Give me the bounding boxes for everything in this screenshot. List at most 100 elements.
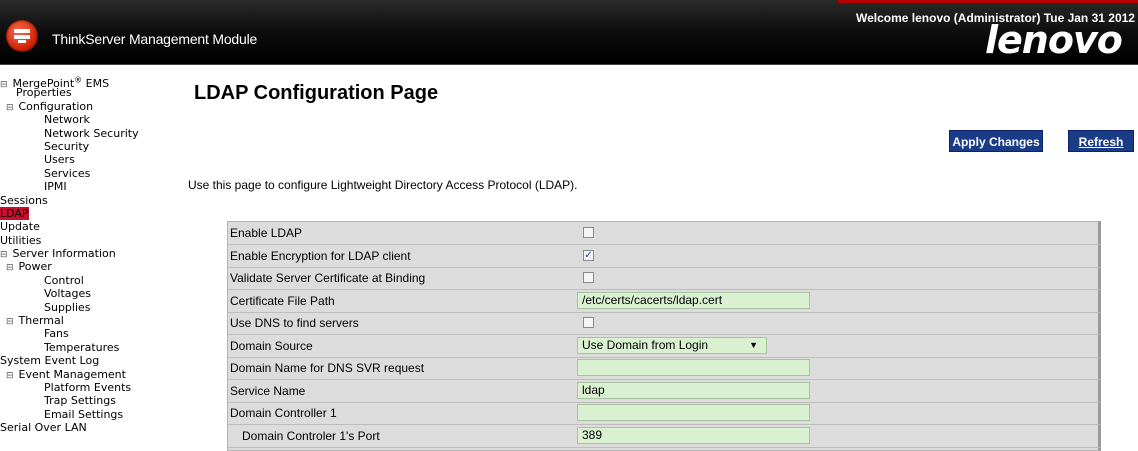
validate-cert-checkbox[interactable] (583, 272, 594, 283)
tree-collapse-icon[interactable]: ⊟ (6, 262, 15, 275)
sidebar-item-label: Email Settings (44, 407, 124, 421)
cert-file-path-label: Certificate File Path (230, 293, 335, 308)
sidebar-item-sessions[interactable]: Sessions (0, 194, 170, 207)
sidebar-item-label: Fans (44, 327, 69, 341)
tree-collapse-icon[interactable]: ⊟ (6, 316, 15, 329)
use-dns-checkbox[interactable] (583, 317, 594, 328)
use-dns-label: Use DNS to find servers (230, 316, 359, 330)
sidebar-item-thermal[interactable]: ⊟ Thermal (0, 314, 170, 327)
cert-file-path-input[interactable]: /etc/certs/cacerts/ldap.cert (577, 291, 810, 309)
sidebar-item-label: Network (44, 113, 90, 127)
sidebar-item-platform-events[interactable]: Platform Events (0, 381, 170, 394)
form-row-service-name: Service Name ldap (228, 380, 1100, 403)
domain-controller-1-port-label: Domain Controler 1's Port (242, 428, 380, 443)
dns-domain-name-label: Domain Name for DNS SVR request (230, 361, 425, 375)
sidebar-item-email-settings[interactable]: Email Settings (0, 408, 170, 421)
form-row-enable-encryption: Enable Encryption for LDAP client ✓ (228, 245, 1100, 268)
page-title: LDAP Configuration Page (194, 82, 439, 104)
sidebar-item-label: Power (18, 260, 52, 274)
form-row-validate-cert: Validate Server Certificate at Binding (228, 267, 1100, 290)
dropdown-arrow-icon[interactable]: ▼ (749, 338, 758, 353)
sidebar-item-utilities[interactable]: Utilities (0, 234, 170, 247)
page-description: Use this page to configure Lightweight D… (188, 178, 578, 192)
enable-encryption-checkbox[interactable]: ✓ (583, 249, 594, 261)
sidebar-item-label: Security (44, 139, 90, 153)
sidebar-item-control[interactable]: Control (0, 274, 170, 287)
sidebar-item-label: Services (44, 166, 91, 180)
dns-domain-name-input[interactable] (577, 359, 810, 376)
sidebar-item-label: System Event Log (0, 354, 100, 368)
form-row-domain-controller-1-port: Domain Controler 1's Port 389 (228, 425, 1100, 448)
sidebar-item-mergepoint[interactable]: ⊟ MergePoint® EMS (0, 73, 170, 90)
sidebar-item-label: Temperatures (44, 340, 120, 354)
domain-controller-1-label: Domain Controller 1 (230, 406, 337, 420)
sidebar-item-label: Control (44, 273, 84, 287)
sidebar-item-label: Trap Settings (44, 394, 116, 408)
sidebar-item-system-event-log[interactable]: System Event Log (0, 354, 170, 367)
enable-encryption-label: Enable Encryption for LDAP client (230, 248, 411, 263)
form-row-domain-source: Domain Source Use Domain from Login ▼ (228, 335, 1100, 358)
sidebar-item-network[interactable]: Network (0, 113, 170, 126)
sidebar-item-trap-settings[interactable]: Trap Settings (0, 394, 170, 407)
sidebar-item-label: Update (0, 220, 40, 234)
domain-source-select[interactable]: Use Domain from Login ▼ (577, 336, 767, 354)
sidebar-item-label: Voltages (44, 287, 91, 301)
form-row-enable-ldap: Enable LDAP (228, 222, 1100, 245)
header-bar: ThinkServer Management Module Welcome le… (0, 0, 1138, 65)
sidebar-item-fans[interactable]: Fans (0, 327, 170, 340)
sidebar-item-label: Configuration (18, 99, 94, 113)
service-name-input[interactable]: ldap (577, 381, 810, 399)
tree-collapse-icon[interactable]: ⊟ (6, 102, 15, 115)
sidebar-item-label: Server Information (12, 247, 116, 261)
sidebar-item-label: Network Security (44, 126, 139, 140)
enable-ldap-checkbox[interactable] (583, 227, 594, 238)
service-name-label: Service Name (230, 383, 306, 398)
form-row-dns-domain-name: Domain Name for DNS SVR request (228, 357, 1100, 380)
sidebar-item-users[interactable]: Users (0, 153, 170, 166)
sidebar-item-temperatures[interactable]: Temperatures (0, 341, 170, 354)
sidebar-item-server-information[interactable]: ⊟ Server Information (0, 247, 170, 260)
sidebar-item-label: Serial Over LAN (0, 421, 87, 435)
sidebar-item-label: Properties (16, 86, 72, 100)
domain-controller-1-input[interactable] (577, 404, 810, 421)
form-row-domain-controller-1: Domain Controller 1 (228, 402, 1100, 425)
sidebar-item-configuration[interactable]: ⊟ Configuration (0, 100, 170, 113)
sidebar-item-label: Sessions (0, 193, 48, 207)
sidebar-item-security[interactable]: Security (0, 140, 170, 153)
form-row-use-dns: Use DNS to find servers (228, 312, 1100, 335)
sidebar-item-serial-over-lan[interactable]: Serial Over LAN (0, 421, 170, 434)
header-accent-line (838, 0, 1138, 3)
sidebar-item-voltages[interactable]: Voltages (0, 287, 170, 300)
form-row-cert-file-path: Certificate File Path/etc/certs/cacerts/… (228, 290, 1100, 313)
sidebar-item-supplies[interactable]: Supplies (0, 301, 170, 314)
ldap-config-form: Enable LDAP Enable Encryption for LDAP cl… (227, 221, 1101, 451)
app-title: ThinkServer Management Module (52, 31, 258, 47)
sidebar-item-label: Utilities (0, 233, 42, 247)
sidebar-item-update[interactable]: Update (0, 220, 170, 233)
enable-ldap-label: Enable LDAP (230, 226, 303, 240)
sidebar-item-label: Platform Events (44, 380, 132, 394)
sidebar-item-label: IPMI (44, 180, 67, 194)
sidebar-item-label: Users (44, 153, 75, 167)
sidebar-item-power[interactable]: ⊟ Power (0, 260, 170, 273)
domain-controller-1-port-input[interactable]: 389 (577, 426, 810, 444)
sidebar-item-label: LDAP (0, 206, 29, 220)
domain-source-label: Domain Source (230, 338, 313, 353)
validate-cert-label: Validate Server Certificate at Binding (230, 271, 426, 285)
sidebar-item-label: Event Management (18, 367, 126, 381)
lenovo-logo: lenovo (985, 18, 1123, 62)
sidebar-item-services[interactable]: Services (0, 167, 170, 180)
server-logo-icon (6, 20, 38, 52)
tree-collapse-icon[interactable]: ⊟ (6, 370, 15, 383)
sidebar-item-label: Supplies (44, 300, 91, 314)
sidebar-item-ipmi[interactable]: IPMI (0, 180, 170, 193)
sidebar-nav: ⊟ MergePoint® EMS Properties ⊟ Configurati… (0, 73, 170, 435)
apply-changes-button[interactable]: Apply Changes (949, 130, 1043, 152)
sidebar-item-event-management[interactable]: ⊟ Event Management (0, 368, 170, 381)
sidebar-item-label: Thermal (18, 314, 64, 328)
sidebar-item-network-security[interactable]: Network Security (0, 127, 170, 140)
tree-collapse-icon[interactable]: ⊟ (0, 79, 9, 92)
sidebar-item-ldap[interactable]: LDAP (0, 206, 170, 220)
refresh-button[interactable]: Refresh (1068, 130, 1134, 152)
registered-mark: ® (74, 75, 83, 84)
